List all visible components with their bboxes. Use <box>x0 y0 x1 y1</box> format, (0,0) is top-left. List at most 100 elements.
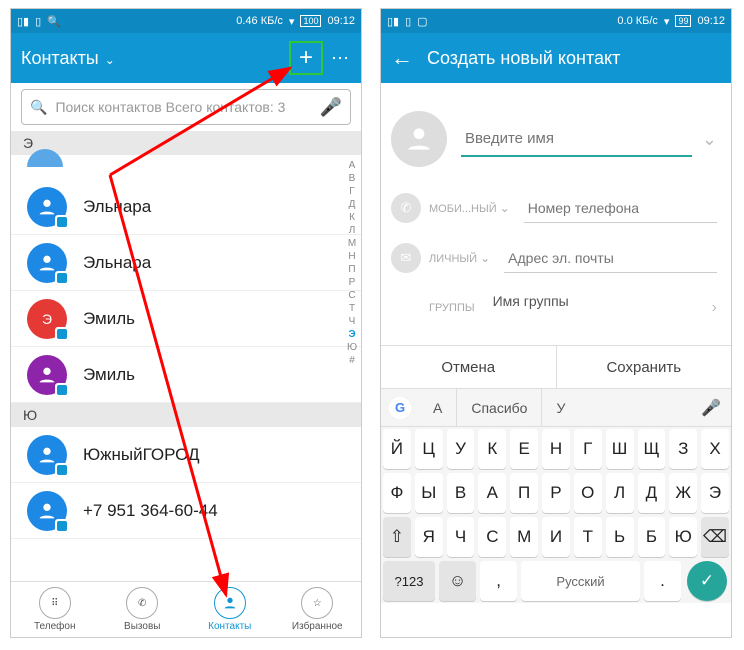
avatar-placeholder[interactable] <box>391 111 447 167</box>
key[interactable]: Ы <box>415 473 443 513</box>
key[interactable]: К <box>478 429 506 469</box>
status-bar: ▯▮ ▯ 🔍 0.46 КБ/с ▾ 100 09:12 <box>11 9 361 33</box>
email-type-select[interactable]: ЛИЧНЫЙ ⌄ <box>429 251 490 265</box>
mic-icon[interactable]: 🎤 <box>320 97 342 118</box>
key[interactable]: И <box>542 517 570 557</box>
idx[interactable]: Т <box>345 302 359 315</box>
add-contact-button[interactable]: + <box>289 41 323 75</box>
idx[interactable]: Ю <box>345 341 359 354</box>
contact-row[interactable]: Э Эмиль <box>11 291 361 347</box>
key[interactable]: Й <box>383 429 411 469</box>
keyboard-mic-icon[interactable]: 🎤 <box>701 398 721 418</box>
key[interactable]: Е <box>510 429 538 469</box>
contact-row[interactable]: Эльнара <box>11 235 361 291</box>
idx[interactable]: С <box>345 289 359 302</box>
enter-key[interactable]: ✓ <box>687 561 727 601</box>
contact-row[interactable]: Эмиль <box>11 347 361 403</box>
key[interactable]: Р <box>542 473 570 513</box>
google-icon[interactable]: G <box>389 397 411 419</box>
key[interactable]: З <box>669 429 697 469</box>
suggestion[interactable]: А <box>419 389 457 426</box>
key[interactable]: Ь <box>606 517 634 557</box>
avatar <box>27 243 67 283</box>
alpha-index[interactable]: А В Г Д К Л М Н П Р С Т Ч Э Ю # <box>345 159 359 367</box>
idx[interactable]: Г <box>345 185 359 198</box>
suggestion[interactable]: Спасибо <box>457 389 542 426</box>
phone-type-select[interactable]: МОБИ...НЫЙ ⌄ <box>429 201 510 215</box>
sim-badge-icon <box>55 463 69 477</box>
idx[interactable]: Д <box>345 198 359 211</box>
key[interactable]: Н <box>542 429 570 469</box>
key[interactable]: Ц <box>415 429 443 469</box>
key[interactable]: Ш <box>606 429 634 469</box>
email-input[interactable] <box>504 243 717 273</box>
phone-input[interactable] <box>524 193 717 223</box>
key[interactable]: А <box>478 473 506 513</box>
save-button[interactable]: Сохранить <box>557 346 732 388</box>
email-icon: ✉ <box>391 243 421 273</box>
key[interactable]: Г <box>574 429 602 469</box>
key[interactable]: Щ <box>638 429 666 469</box>
key[interactable]: У <box>447 429 475 469</box>
header-bar: ← Создать новый контакт <box>381 33 731 83</box>
contact-row[interactable]: Эльнара <box>11 179 361 235</box>
contact-row[interactable]: ЮжныйГОРОД <box>11 427 361 483</box>
nav-favorites[interactable]: ☆Избранное <box>274 582 362 637</box>
idx[interactable]: А <box>345 159 359 172</box>
key[interactable]: Т <box>574 517 602 557</box>
key[interactable]: Х <box>701 429 729 469</box>
nav-phone[interactable]: ⠿Телефон <box>11 582 99 637</box>
emoji-key[interactable]: ☺ <box>439 561 476 601</box>
groups-row[interactable]: ГРУППЫ Имя группы › <box>381 283 731 333</box>
contact-row[interactable]: +7 951 364-60-44 <box>11 483 361 539</box>
key[interactable]: Л <box>606 473 634 513</box>
contact-row[interactable] <box>11 155 361 179</box>
idx[interactable]: Р <box>345 276 359 289</box>
key[interactable]: О <box>574 473 602 513</box>
key[interactable]: М <box>510 517 538 557</box>
battery-level: 99 <box>675 15 691 27</box>
contact-form: ⌄ ✆ МОБИ...НЫЙ ⌄ ✉ ЛИЧНЫЙ ⌄ ГРУППЫ Имя г… <box>381 83 731 345</box>
comma-key[interactable]: , <box>480 561 517 601</box>
key[interactable]: Ф <box>383 473 411 513</box>
backspace-key[interactable]: ⌫ <box>701 517 729 557</box>
key[interactable]: Ю <box>669 517 697 557</box>
more-menu-button[interactable]: ⋯ <box>331 48 351 69</box>
suggestion[interactable]: У <box>542 389 579 426</box>
period-key[interactable]: . <box>644 561 681 601</box>
key[interactable]: Я <box>415 517 443 557</box>
idx[interactable]: В <box>345 172 359 185</box>
idx[interactable]: Н <box>345 250 359 263</box>
nav-contacts[interactable]: Контакты <box>186 582 274 637</box>
idx-current[interactable]: Э <box>345 328 359 341</box>
key[interactable]: Э <box>701 473 729 513</box>
idx[interactable]: К <box>345 211 359 224</box>
avatar: Э <box>27 299 67 339</box>
idx[interactable]: Ч <box>345 315 359 328</box>
idx[interactable]: # <box>345 354 359 367</box>
key[interactable]: Ч <box>447 517 475 557</box>
dialpad-icon: ⠿ <box>39 587 71 619</box>
page-title[interactable]: Контакты⌄ <box>21 48 289 69</box>
key[interactable]: Ж <box>669 473 697 513</box>
search-input[interactable]: 🔍 Поиск контактов Всего контактов: 3 🎤 <box>21 89 351 125</box>
key[interactable]: П <box>510 473 538 513</box>
sim-badge-icon <box>55 519 69 533</box>
key[interactable]: Б <box>638 517 666 557</box>
shift-key[interactable]: ⇧ <box>383 517 411 557</box>
idx[interactable]: П <box>345 263 359 276</box>
nav-calls[interactable]: ✆Вызовы <box>99 582 187 637</box>
cancel-button[interactable]: Отмена <box>381 346 557 388</box>
expand-name-icon[interactable]: ⌄ <box>702 129 717 150</box>
key[interactable]: Д <box>638 473 666 513</box>
key[interactable]: С <box>478 517 506 557</box>
name-input[interactable] <box>461 121 692 157</box>
image-icon: ▢ <box>417 15 427 28</box>
idx[interactable]: Л <box>345 224 359 237</box>
back-button[interactable]: ← <box>391 45 413 71</box>
idx[interactable]: М <box>345 237 359 250</box>
key[interactable]: В <box>447 473 475 513</box>
symbols-key[interactable]: ?123 <box>383 561 435 601</box>
space-key[interactable]: Русский <box>521 561 640 601</box>
chevron-right-icon: › <box>712 299 717 317</box>
